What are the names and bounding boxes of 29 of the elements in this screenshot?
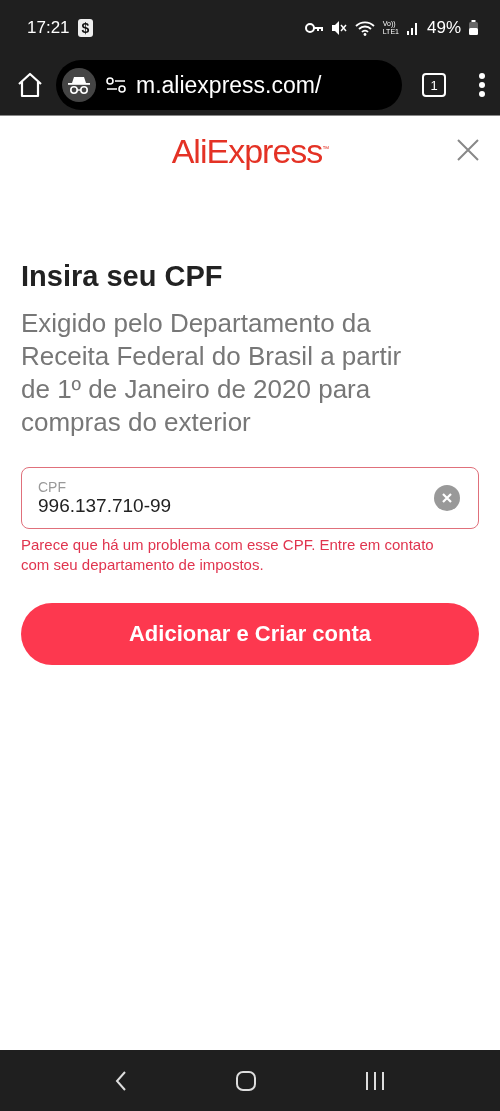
url-text: m.aliexpress.com/ [136,71,322,99]
site-settings-icon[interactable] [106,77,126,93]
field-value: 996.137.710-99 [38,495,173,517]
submit-button[interactable]: Adicionar e Criar conta [21,603,479,665]
recent-apps-icon[interactable] [364,1070,387,1091]
clear-icon [441,492,453,504]
battery-percent: 49% [426,17,461,38]
page-title: Insira seu CPF [21,260,224,293]
status-time: 17:21 [27,17,70,38]
address-bar[interactable]: m.aliexpress.com/ [56,60,402,110]
incognito-icon [67,75,91,95]
clear-button[interactable] [434,485,460,511]
description-text: Exigido pelo Departamento da Receita Federal do Brasil a partir de 1º de Janeiro de 2020 para compras do exterior [21,307,403,439]
more-options-icon[interactable] [478,72,486,98]
field-label: CPF [38,479,67,495]
signal-icon [406,20,419,35]
mute-icon [330,19,347,36]
battery-icon [469,20,478,35]
notification-icon: $ [77,18,94,37]
close-icon [456,138,480,162]
home-button-icon[interactable] [235,1069,257,1092]
aliexpress-logo: AliExpress$^{™}$ [171,131,329,171]
error-message: Parece que há um problema com esse CPF. Entre em contato com seu departamento de impostos. [21,535,435,575]
back-icon[interactable] [113,1069,128,1092]
tab-count-button[interactable]: 1 [422,73,446,97]
home-icon[interactable] [16,71,44,99]
wifi-icon [354,19,375,36]
key-icon [304,22,323,33]
cpf-input-field[interactable]: CPF 996.137.710-99 [21,467,479,529]
